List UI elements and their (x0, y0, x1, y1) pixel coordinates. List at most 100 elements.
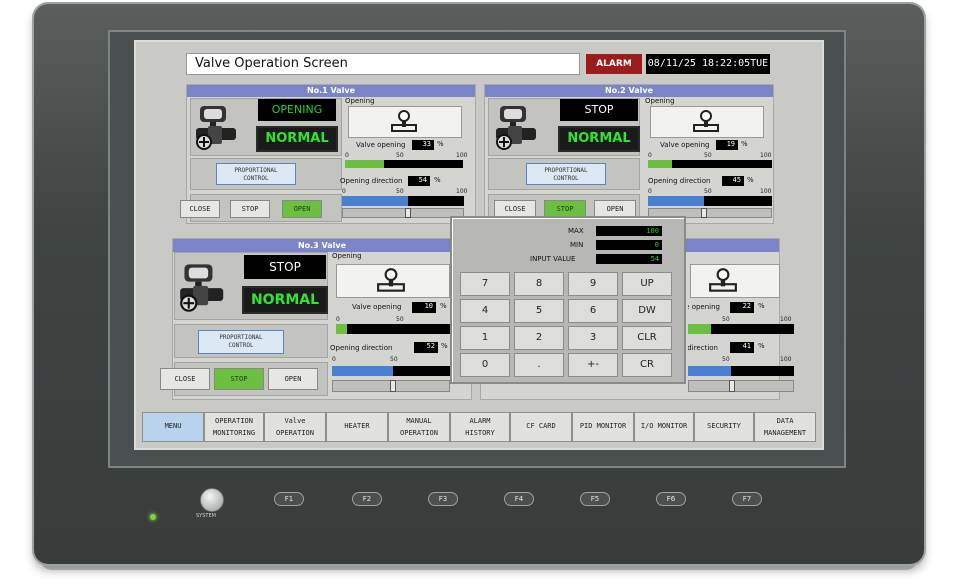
control-mode-line2: CONTROL (243, 175, 269, 182)
key-8[interactable]: 8 (514, 272, 564, 296)
valve-diagram-icon (693, 110, 719, 132)
valve-1-valve-opening-unit: % (437, 140, 444, 148)
power-led-icon (150, 514, 156, 520)
menu-button-manual-operation[interactable]: MANUAL OPERATION (388, 412, 450, 442)
menu-button-heater[interactable]: HEATER (326, 412, 388, 442)
menu-label-line2: MONITORING (212, 429, 256, 437)
menu-label: PID MONITOR (579, 422, 627, 430)
valve-2-control-mode-button[interactable]: PROPORTIONAL CONTROL (526, 163, 606, 185)
valve-1-close-button[interactable]: CLOSE (180, 200, 220, 218)
key-clear[interactable]: CLR (622, 326, 672, 350)
valve-3-opening-bar-fill (336, 324, 348, 334)
key-3[interactable]: 3 (568, 326, 618, 350)
valve-1-direction-slider[interactable] (342, 208, 464, 218)
key-enter[interactable]: CR (622, 353, 672, 377)
control-mode-line1: PROPORTIONAL (219, 334, 263, 341)
key-0[interactable]: 0 (460, 353, 510, 377)
scale-max: 100 (780, 356, 792, 363)
valve-3-open-button[interactable]: OPEN (268, 368, 318, 390)
scale-mid: 50 (390, 356, 398, 363)
scale-mid: 50 (396, 316, 404, 323)
slider-knob[interactable] (728, 380, 735, 392)
menu-label-line2: OPERATION (400, 429, 438, 437)
key-6[interactable]: 6 (568, 299, 618, 323)
scale-min: 0 (336, 316, 340, 323)
valve-diagram-icon (391, 110, 417, 132)
valve-1-health: NORMAL (256, 126, 338, 152)
valve-3-direction-value[interactable]: 52 (414, 342, 438, 353)
menu-button-security[interactable]: SECURITY (694, 412, 754, 442)
slider-knob[interactable] (390, 380, 397, 392)
f5-key[interactable]: F5 (580, 492, 610, 506)
keypad-max-label: MAX (568, 227, 584, 235)
numeric-keypad: MAX 100 MIN 0 INPUT VALUE 54 7 8 9 UP 4 … (450, 216, 686, 384)
valve-2-opening-bar-fill (648, 160, 672, 168)
f3-key[interactable]: F3 (428, 492, 458, 506)
menu-button-alarm-history[interactable]: ALARM HISTORY (450, 412, 510, 442)
valve-3-control-mode-button[interactable]: PROPORTIONAL CONTROL (198, 330, 284, 354)
key-2[interactable]: 2 (514, 326, 564, 350)
keypad-min-value: 0 (596, 240, 662, 250)
valve-1-direction-unit: % (434, 176, 441, 184)
hmi-device: Valve Operation Screen ALARM 08/11/25 18… (0, 0, 960, 584)
valve-2-direction-label: Opening direction (648, 177, 711, 185)
f1-key[interactable]: F1 (274, 492, 304, 506)
f6-key[interactable]: F6 (656, 492, 686, 506)
keypad-input-value[interactable]: 54 (596, 254, 662, 264)
key-1[interactable]: 1 (460, 326, 510, 350)
control-mode-line1: PROPORTIONAL (544, 167, 588, 174)
menu-button-valve-operation[interactable]: Valve OPERATION (264, 412, 326, 442)
f4-key[interactable]: F4 (504, 492, 534, 506)
valve-diagram-icon (709, 268, 737, 292)
valve-3-close-button[interactable]: CLOSE (160, 368, 210, 390)
valve-1-open-button[interactable]: OPEN (282, 200, 322, 218)
control-mode-line2: CONTROL (553, 175, 579, 182)
valve-2-valve-opening-unit: % (741, 140, 748, 148)
menu-button-data-management[interactable]: DATA MANAGEMENT (754, 412, 816, 442)
valve-4-valve-opening-unit: % (758, 302, 765, 310)
menu-label: HEATER (344, 422, 370, 430)
f7-key[interactable]: F7 (732, 492, 762, 506)
valve-4-direction-unit: % (758, 342, 765, 350)
menu-button-menu[interactable]: MENU (142, 412, 204, 442)
valve-actuator-icon (180, 264, 224, 312)
valve-2-state: STOP (560, 99, 638, 121)
key-plus-minus[interactable]: +- (568, 353, 618, 377)
valve-3-valve-opening-label: Valve opening (352, 303, 402, 311)
menu-button-io-monitor[interactable]: I/O MONITOR (634, 412, 694, 442)
valve-1-state: OPENING (258, 99, 336, 121)
menu-button-cf-card[interactable]: CF CARD (510, 412, 572, 442)
scale-min: 0 (345, 152, 349, 159)
valve-3-direction-label: Opening direction (330, 344, 393, 352)
menu-button-pid-monitor[interactable]: PID MONITOR (572, 412, 634, 442)
key-up[interactable]: UP (622, 272, 672, 296)
menu-label: I/O MONITOR (640, 422, 688, 430)
valve-1-stop-button[interactable]: STOP (230, 200, 270, 218)
system-button-label: SYSTEM (196, 513, 216, 519)
valve-1-direction-value[interactable]: 54 (408, 176, 430, 186)
slider-knob[interactable] (700, 208, 707, 218)
menu-button-operation-monitoring[interactable]: OPERATION MONITORING (204, 412, 264, 442)
key-5[interactable]: 5 (514, 299, 564, 323)
valve-3-direction-slider[interactable] (332, 380, 450, 392)
system-button[interactable] (200, 488, 224, 512)
valve-2-opening-label: Opening (645, 97, 675, 105)
f2-key[interactable]: F2 (352, 492, 382, 506)
valve-4-direction-value[interactable]: 41 (730, 342, 754, 353)
valve-4-direction-slider[interactable] (688, 380, 794, 392)
valve-2-health: NORMAL (558, 126, 640, 152)
valve-1-valve-opening-label: Valve opening (356, 141, 406, 149)
key-4[interactable]: 4 (460, 299, 510, 323)
valve-1-control-mode-button[interactable]: PROPORTIONAL CONTROL (216, 163, 296, 185)
key-down[interactable]: DW (622, 299, 672, 323)
alarm-button[interactable]: ALARM (586, 54, 642, 74)
scale-max: 100 (760, 152, 772, 159)
valve-3-stop-button[interactable]: STOP (214, 368, 264, 390)
scale-max: 100 (456, 188, 468, 195)
key-decimal[interactable]: . (514, 353, 564, 377)
key-9[interactable]: 9 (568, 272, 618, 296)
valve-2-direction-value[interactable]: 45 (722, 176, 744, 186)
slider-knob[interactable] (404, 208, 411, 218)
valve-diagram-icon (377, 268, 405, 292)
key-7[interactable]: 7 (460, 272, 510, 296)
